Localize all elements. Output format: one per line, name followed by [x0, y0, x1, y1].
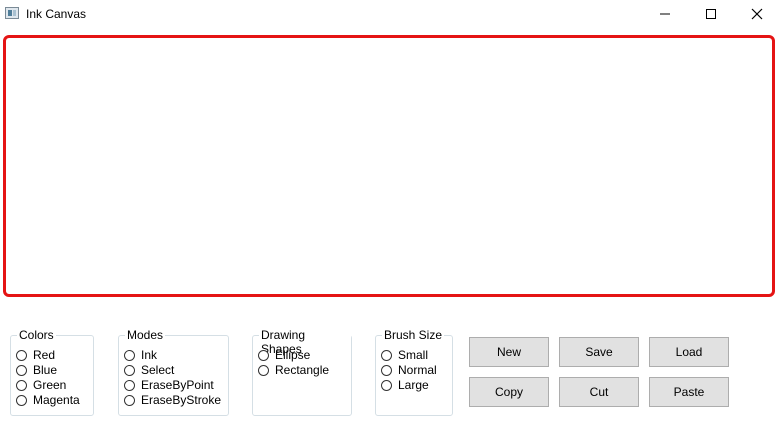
radio-label: Ink — [141, 348, 158, 362]
mode-erasebystroke-radio[interactable]: EraseByStroke — [124, 393, 221, 407]
close-icon — [751, 8, 763, 20]
title-bar: Ink Canvas — [0, 0, 776, 28]
brush-size-legend: Brush Size — [382, 328, 445, 342]
radio-circle[interactable] — [16, 349, 27, 361]
radio-label: Ellipse — [275, 348, 311, 362]
radio-label: EraseByPoint — [141, 378, 214, 392]
radio-circle[interactable] — [16, 394, 27, 406]
save-button[interactable]: Save — [559, 337, 639, 367]
minimize-icon — [660, 13, 670, 15]
radio-circle[interactable] — [16, 379, 27, 391]
mode-select-radio[interactable]: Select — [124, 363, 174, 377]
radio-label: Magenta — [33, 393, 80, 407]
maximize-button[interactable] — [688, 0, 734, 28]
brush-small-radio[interactable]: Small — [381, 348, 428, 362]
ink-canvas[interactable] — [3, 35, 775, 297]
color-green-radio[interactable]: Green — [16, 378, 66, 392]
mode-erasebypoint-radio[interactable]: EraseByPoint — [124, 378, 214, 392]
new-button[interactable]: New — [469, 337, 549, 367]
radio-circle[interactable] — [16, 364, 27, 376]
close-button[interactable] — [734, 0, 776, 28]
mode-ink-radio[interactable]: Ink — [124, 348, 157, 362]
colors-legend: Colors — [17, 328, 56, 342]
color-red-radio[interactable]: Red — [16, 348, 55, 362]
radio-circle[interactable] — [124, 349, 135, 361]
minimize-button[interactable] — [642, 0, 688, 28]
drawing-shapes-group: Drawing Shapes Ellipse Rectangle — [252, 328, 352, 416]
radio-label: Select — [141, 363, 175, 377]
cut-button[interactable]: Cut — [559, 377, 639, 407]
radio-circle[interactable] — [381, 364, 392, 376]
radio-circle[interactable] — [124, 394, 135, 406]
radio-label: Green — [33, 378, 67, 392]
color-blue-radio[interactable]: Blue — [16, 363, 57, 377]
paste-button[interactable]: Paste — [649, 377, 729, 407]
shape-rectangle-radio[interactable]: Rectangle — [258, 363, 329, 377]
radio-label: EraseByStroke — [141, 393, 222, 407]
shape-ellipse-radio[interactable]: Ellipse — [258, 348, 310, 362]
modes-legend: Modes — [125, 328, 166, 342]
load-button[interactable]: Load — [649, 337, 729, 367]
radio-circle[interactable] — [381, 349, 392, 361]
maximize-icon — [706, 9, 716, 19]
radio-label: Normal — [398, 363, 437, 377]
radio-label: Blue — [33, 363, 58, 377]
app-icon — [5, 7, 19, 19]
copy-button[interactable]: Copy — [469, 377, 549, 407]
radio-circle[interactable] — [258, 364, 269, 376]
color-magenta-radio[interactable]: Magenta — [16, 393, 80, 407]
radio-label: Small — [398, 348, 429, 362]
window-title: Ink Canvas — [26, 7, 87, 21]
radio-circle[interactable] — [124, 364, 135, 376]
brush-normal-radio[interactable]: Normal — [381, 363, 437, 377]
radio-circle[interactable] — [258, 349, 269, 361]
radio-label: Red — [33, 348, 56, 362]
colors-group: Colors Red Blue Green Magenta — [10, 328, 94, 416]
brush-large-radio[interactable]: Large — [381, 378, 429, 392]
radio-label: Rectangle — [275, 363, 330, 377]
modes-group: Modes Ink Select EraseByPoint EraseByStr… — [118, 328, 229, 416]
radio-label: Large — [398, 378, 429, 392]
brush-size-group: Brush Size Small Normal Large — [375, 328, 453, 416]
radio-circle[interactable] — [381, 379, 392, 391]
radio-circle[interactable] — [124, 379, 135, 391]
